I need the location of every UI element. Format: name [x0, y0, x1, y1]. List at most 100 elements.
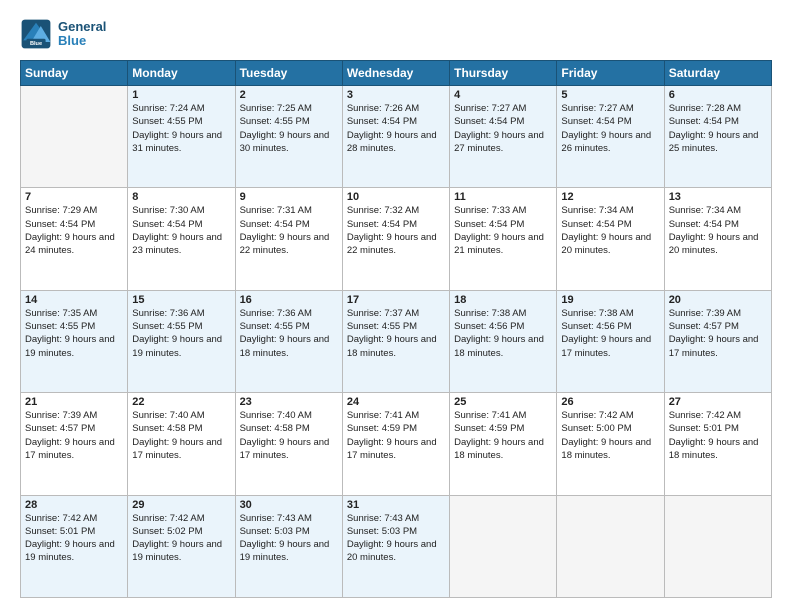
calendar-day-cell: 17Sunrise: 7:37 AMSunset: 4:55 PMDayligh…	[342, 290, 449, 392]
calendar-day-cell: 22Sunrise: 7:40 AMSunset: 4:58 PMDayligh…	[128, 393, 235, 495]
day-number: 2	[240, 89, 338, 101]
calendar-day-cell	[664, 495, 771, 597]
day-number: 31	[347, 499, 445, 511]
day-info: Sunrise: 7:30 AMSunset: 4:54 PMDaylight:…	[132, 204, 230, 257]
day-number: 19	[561, 294, 659, 306]
calendar-week-row: 21Sunrise: 7:39 AMSunset: 4:57 PMDayligh…	[21, 393, 772, 495]
calendar-week-row: 1Sunrise: 7:24 AMSunset: 4:55 PMDaylight…	[21, 86, 772, 188]
day-info: Sunrise: 7:31 AMSunset: 4:54 PMDaylight:…	[240, 204, 338, 257]
calendar-table: SundayMondayTuesdayWednesdayThursdayFrid…	[20, 60, 772, 598]
day-info: Sunrise: 7:43 AMSunset: 5:03 PMDaylight:…	[347, 512, 445, 565]
day-number: 10	[347, 191, 445, 203]
calendar-day-cell	[557, 495, 664, 597]
day-info: Sunrise: 7:38 AMSunset: 4:56 PMDaylight:…	[561, 307, 659, 360]
day-info: Sunrise: 7:36 AMSunset: 4:55 PMDaylight:…	[132, 307, 230, 360]
day-info: Sunrise: 7:27 AMSunset: 4:54 PMDaylight:…	[454, 102, 552, 155]
day-number: 17	[347, 294, 445, 306]
day-number: 4	[454, 89, 552, 101]
day-of-week-header: Sunday	[21, 61, 128, 86]
day-info: Sunrise: 7:37 AMSunset: 4:55 PMDaylight:…	[347, 307, 445, 360]
day-number: 18	[454, 294, 552, 306]
calendar-day-cell: 3Sunrise: 7:26 AMSunset: 4:54 PMDaylight…	[342, 86, 449, 188]
day-number: 8	[132, 191, 230, 203]
day-of-week-header: Saturday	[664, 61, 771, 86]
day-number: 27	[669, 396, 767, 408]
calendar-day-cell: 19Sunrise: 7:38 AMSunset: 4:56 PMDayligh…	[557, 290, 664, 392]
day-info: Sunrise: 7:42 AMSunset: 5:02 PMDaylight:…	[132, 512, 230, 565]
calendar-day-cell: 6Sunrise: 7:28 AMSunset: 4:54 PMDaylight…	[664, 86, 771, 188]
calendar-day-cell: 24Sunrise: 7:41 AMSunset: 4:59 PMDayligh…	[342, 393, 449, 495]
day-info: Sunrise: 7:24 AMSunset: 4:55 PMDaylight:…	[132, 102, 230, 155]
day-info: Sunrise: 7:28 AMSunset: 4:54 PMDaylight:…	[669, 102, 767, 155]
day-number: 15	[132, 294, 230, 306]
day-number: 26	[561, 396, 659, 408]
calendar-day-cell: 7Sunrise: 7:29 AMSunset: 4:54 PMDaylight…	[21, 188, 128, 290]
logo-icon: Blue	[20, 18, 52, 50]
logo-text: General Blue	[58, 20, 106, 49]
day-of-week-header: Friday	[557, 61, 664, 86]
day-number: 28	[25, 499, 123, 511]
day-info: Sunrise: 7:34 AMSunset: 4:54 PMDaylight:…	[669, 204, 767, 257]
day-number: 16	[240, 294, 338, 306]
day-info: Sunrise: 7:40 AMSunset: 4:58 PMDaylight:…	[132, 409, 230, 462]
day-info: Sunrise: 7:42 AMSunset: 5:01 PMDaylight:…	[669, 409, 767, 462]
day-info: Sunrise: 7:41 AMSunset: 4:59 PMDaylight:…	[347, 409, 445, 462]
day-of-week-header: Wednesday	[342, 61, 449, 86]
calendar-day-cell: 11Sunrise: 7:33 AMSunset: 4:54 PMDayligh…	[450, 188, 557, 290]
calendar-day-cell: 31Sunrise: 7:43 AMSunset: 5:03 PMDayligh…	[342, 495, 449, 597]
day-number: 30	[240, 499, 338, 511]
header: Blue General Blue	[20, 18, 772, 50]
day-info: Sunrise: 7:27 AMSunset: 4:54 PMDaylight:…	[561, 102, 659, 155]
calendar-day-cell: 29Sunrise: 7:42 AMSunset: 5:02 PMDayligh…	[128, 495, 235, 597]
day-number: 21	[25, 396, 123, 408]
day-info: Sunrise: 7:35 AMSunset: 4:55 PMDaylight:…	[25, 307, 123, 360]
day-number: 3	[347, 89, 445, 101]
day-number: 13	[669, 191, 767, 203]
day-number: 24	[347, 396, 445, 408]
day-info: Sunrise: 7:32 AMSunset: 4:54 PMDaylight:…	[347, 204, 445, 257]
day-info: Sunrise: 7:26 AMSunset: 4:54 PMDaylight:…	[347, 102, 445, 155]
day-number: 5	[561, 89, 659, 101]
calendar-day-cell: 26Sunrise: 7:42 AMSunset: 5:00 PMDayligh…	[557, 393, 664, 495]
calendar-day-cell: 8Sunrise: 7:30 AMSunset: 4:54 PMDaylight…	[128, 188, 235, 290]
calendar-day-cell: 1Sunrise: 7:24 AMSunset: 4:55 PMDaylight…	[128, 86, 235, 188]
calendar-day-cell: 21Sunrise: 7:39 AMSunset: 4:57 PMDayligh…	[21, 393, 128, 495]
calendar-day-cell: 2Sunrise: 7:25 AMSunset: 4:55 PMDaylight…	[235, 86, 342, 188]
day-info: Sunrise: 7:34 AMSunset: 4:54 PMDaylight:…	[561, 204, 659, 257]
day-number: 20	[669, 294, 767, 306]
day-info: Sunrise: 7:42 AMSunset: 5:01 PMDaylight:…	[25, 512, 123, 565]
calendar-day-cell: 28Sunrise: 7:42 AMSunset: 5:01 PMDayligh…	[21, 495, 128, 597]
day-number: 6	[669, 89, 767, 101]
day-info: Sunrise: 7:36 AMSunset: 4:55 PMDaylight:…	[240, 307, 338, 360]
day-of-week-header: Monday	[128, 61, 235, 86]
calendar-day-cell: 5Sunrise: 7:27 AMSunset: 4:54 PMDaylight…	[557, 86, 664, 188]
calendar-day-cell: 10Sunrise: 7:32 AMSunset: 4:54 PMDayligh…	[342, 188, 449, 290]
calendar-day-cell: 14Sunrise: 7:35 AMSunset: 4:55 PMDayligh…	[21, 290, 128, 392]
svg-text:Blue: Blue	[30, 41, 42, 47]
calendar-day-cell	[450, 495, 557, 597]
day-number: 23	[240, 396, 338, 408]
day-info: Sunrise: 7:33 AMSunset: 4:54 PMDaylight:…	[454, 204, 552, 257]
day-number: 1	[132, 89, 230, 101]
day-number: 11	[454, 191, 552, 203]
day-info: Sunrise: 7:41 AMSunset: 4:59 PMDaylight:…	[454, 409, 552, 462]
day-number: 7	[25, 191, 123, 203]
day-info: Sunrise: 7:25 AMSunset: 4:55 PMDaylight:…	[240, 102, 338, 155]
calendar-day-cell: 18Sunrise: 7:38 AMSunset: 4:56 PMDayligh…	[450, 290, 557, 392]
day-number: 12	[561, 191, 659, 203]
day-number: 22	[132, 396, 230, 408]
calendar-day-cell	[21, 86, 128, 188]
day-info: Sunrise: 7:39 AMSunset: 4:57 PMDaylight:…	[25, 409, 123, 462]
day-of-week-header: Thursday	[450, 61, 557, 86]
calendar-day-cell: 15Sunrise: 7:36 AMSunset: 4:55 PMDayligh…	[128, 290, 235, 392]
calendar-day-cell: 9Sunrise: 7:31 AMSunset: 4:54 PMDaylight…	[235, 188, 342, 290]
day-number: 14	[25, 294, 123, 306]
calendar-week-row: 7Sunrise: 7:29 AMSunset: 4:54 PMDaylight…	[21, 188, 772, 290]
calendar-week-row: 28Sunrise: 7:42 AMSunset: 5:01 PMDayligh…	[21, 495, 772, 597]
calendar-day-cell: 13Sunrise: 7:34 AMSunset: 4:54 PMDayligh…	[664, 188, 771, 290]
day-info: Sunrise: 7:39 AMSunset: 4:57 PMDaylight:…	[669, 307, 767, 360]
day-info: Sunrise: 7:38 AMSunset: 4:56 PMDaylight:…	[454, 307, 552, 360]
calendar-day-cell: 25Sunrise: 7:41 AMSunset: 4:59 PMDayligh…	[450, 393, 557, 495]
calendar-day-cell: 4Sunrise: 7:27 AMSunset: 4:54 PMDaylight…	[450, 86, 557, 188]
calendar-day-cell: 20Sunrise: 7:39 AMSunset: 4:57 PMDayligh…	[664, 290, 771, 392]
